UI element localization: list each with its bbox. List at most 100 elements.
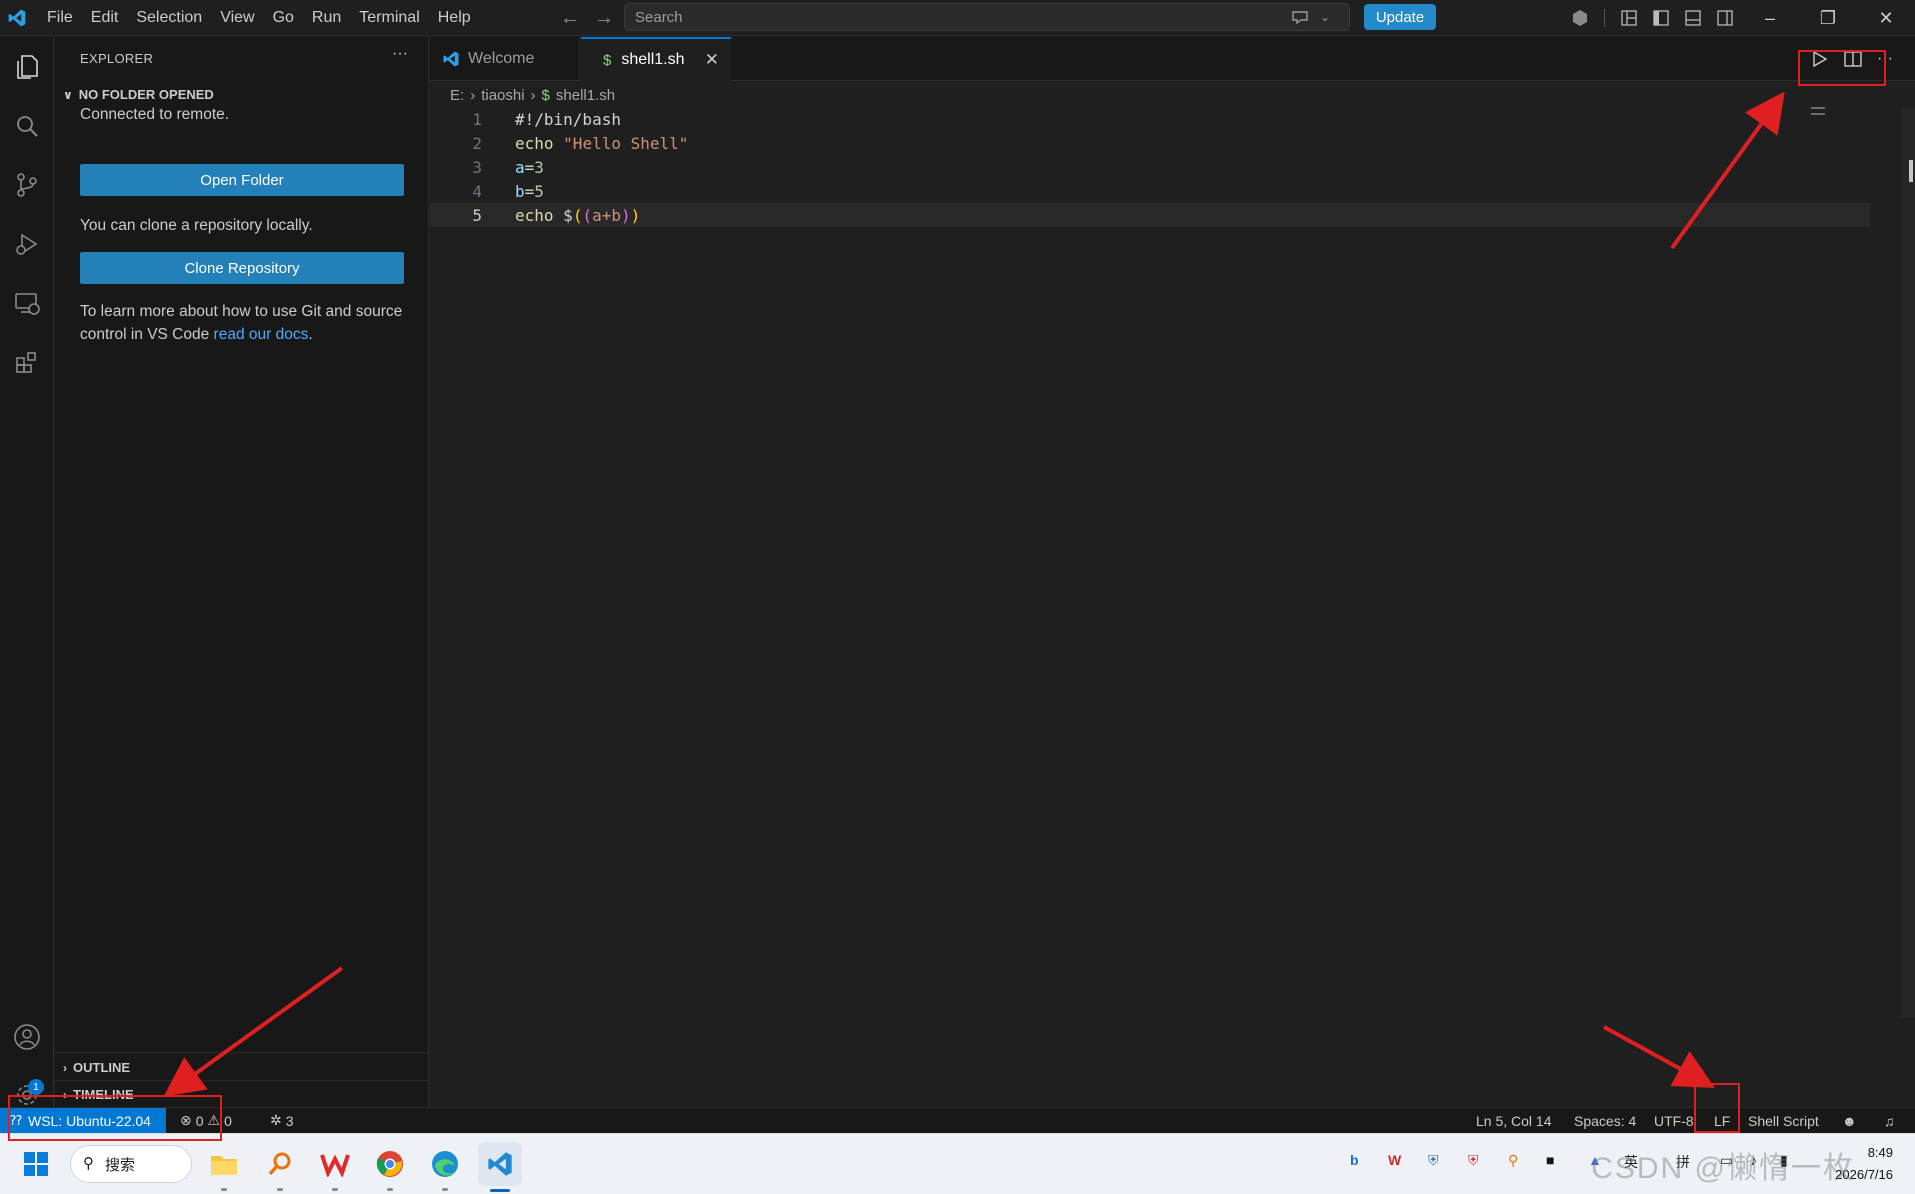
menu-run[interactable]: Run — [303, 0, 350, 36]
breadcrumb: E: › tiaoshi › $ shell1.sh — [450, 87, 615, 104]
editor-tabs: Welcome $ shell1.sh ✕ ··· — [430, 37, 1915, 81]
explorer-more-icon[interactable]: ··· — [392, 45, 408, 63]
notifications-bell-icon[interactable]: ♫ — [1884, 1108, 1895, 1133]
line-number: 1 — [472, 109, 482, 129]
code-line-current[interactable]: 5 echo $((a+b)) — [430, 203, 1870, 227]
code-line[interactable]: 1 #!/bin/bash — [430, 107, 1870, 131]
chevron-right-icon: › — [63, 1060, 67, 1075]
cursor-position[interactable]: Ln 5, Col 14 — [1476, 1108, 1552, 1133]
chrome-icon[interactable] — [368, 1142, 412, 1186]
settings-badge: 1 — [28, 1079, 44, 1095]
line-content: echo $((a+b)) — [515, 205, 641, 225]
copilot-status-icon[interactable]: ☻ — [1842, 1108, 1857, 1133]
antivirus-tray-icon[interactable]: ⛨ — [1468, 1152, 1479, 1169]
edge-icon[interactable] — [423, 1142, 467, 1186]
wps-tray-icon[interactable]: W — [1388, 1152, 1401, 1168]
breadcrumb-drive[interactable]: E: — [450, 87, 464, 104]
minimap-icon — [1811, 107, 1825, 115]
read-docs-link[interactable]: read our docs — [214, 326, 309, 343]
language-mode[interactable]: Shell Script — [1748, 1108, 1819, 1133]
explorer-title: EXPLORER — [80, 51, 154, 66]
file-explorer-icon[interactable] — [202, 1142, 246, 1186]
code-line[interactable]: 3 a=3 — [430, 155, 1870, 179]
wps-office-icon[interactable] — [313, 1142, 357, 1186]
editor-scrollbar[interactable] — [1901, 108, 1915, 1018]
menu-help[interactable]: Help — [429, 0, 480, 36]
learn-text-end: . — [308, 326, 313, 343]
menu-terminal[interactable]: Terminal — [350, 0, 428, 36]
back-arrow-icon[interactable]: ← — [560, 7, 580, 30]
ports-indicator[interactable]: ✲ 3 — [270, 1108, 294, 1133]
bing-tray-icon[interactable]: b — [1350, 1152, 1359, 1168]
running-indicator — [221, 1188, 227, 1191]
running-indicator — [332, 1188, 338, 1191]
ports-count: 3 — [285, 1112, 294, 1129]
extensions-icon[interactable] — [7, 342, 47, 382]
warning-count: 0 — [224, 1112, 232, 1129]
toggle-secondary-sidebar-icon[interactable] — [1709, 0, 1741, 36]
toggle-primary-sidebar-icon[interactable] — [1645, 0, 1677, 36]
watermark: CSDN @懒惰一枚 — [1591, 1152, 1855, 1185]
running-indicator — [277, 1188, 283, 1191]
customize-layout-icon[interactable] — [1613, 0, 1645, 36]
minimize-button[interactable]: – — [1741, 0, 1799, 36]
status-bar: ⁇ WSL: Ubuntu-22.04 ⊗ 0 ⚠ 0 ✲ 3 Ln 5, Co… — [0, 1107, 1915, 1133]
run-debug-icon[interactable] — [7, 224, 47, 264]
menu-go[interactable]: Go — [264, 0, 303, 36]
code-line[interactable]: 4 b=5 — [430, 179, 1870, 203]
copilot-button[interactable]: ⌄ — [1290, 4, 1330, 30]
vscode-taskbar-icon[interactable] — [478, 1142, 522, 1186]
menu-file[interactable]: File — [38, 0, 82, 36]
line-content: a=3 — [515, 157, 544, 177]
breadcrumb-folder[interactable]: tiaoshi — [481, 87, 524, 104]
windows-start-icon[interactable] — [14, 1142, 58, 1186]
source-control-icon[interactable] — [7, 165, 47, 205]
breadcrumb-file[interactable]: shell1.sh — [556, 87, 615, 104]
indentation[interactable]: Spaces: 4 — [1574, 1108, 1636, 1133]
tab-welcome[interactable]: Welcome — [430, 37, 580, 81]
open-folder-button[interactable]: Open Folder — [80, 164, 404, 196]
forward-arrow-icon[interactable]: → — [594, 7, 614, 30]
restore-button[interactable]: ❐ — [1799, 0, 1857, 36]
app-tray-icon[interactable]: ■ — [1546, 1152, 1554, 1168]
taskbar-search[interactable]: ⚲ 搜索 — [70, 1145, 192, 1183]
shield-tray-icon[interactable]: ⛨ — [1428, 1152, 1439, 1169]
menu-selection[interactable]: Selection — [127, 0, 211, 36]
update-button[interactable]: Update — [1364, 4, 1436, 30]
close-tab-icon[interactable]: ✕ — [705, 50, 719, 70]
breadcrumb-separator-icon: › — [530, 87, 536, 104]
scrollbar-thumb[interactable] — [1909, 160, 1913, 182]
tab-welcome-label: Welcome — [468, 50, 535, 67]
menu-view[interactable]: View — [211, 0, 263, 36]
taskbar-search-label: 搜索 — [105, 1156, 136, 1174]
clone-repository-button[interactable]: Clone Repository — [80, 252, 404, 284]
code-editor[interactable]: 1 #!/bin/bash 2 echo "Hello Shell" 3 a=3… — [430, 107, 1870, 227]
command-center-search[interactable]: Search — [624, 3, 1350, 31]
line-content: #!/bin/bash — [515, 109, 621, 129]
search-app-icon[interactable] — [258, 1142, 302, 1186]
breadcrumb-separator-icon: › — [470, 87, 476, 104]
title-controls: – ❐ ✕ — [1564, 0, 1915, 36]
search-icon[interactable] — [7, 106, 47, 146]
vscode-logo-icon — [0, 0, 34, 36]
no-folder-section[interactable]: ∨ NO FOLDER OPENED — [63, 87, 214, 102]
accounts-shield-icon[interactable] — [1564, 0, 1596, 36]
menu-edit[interactable]: Edit — [82, 0, 128, 36]
shell-file-icon: $ — [603, 51, 612, 69]
encoding[interactable]: UTF-8 — [1654, 1108, 1694, 1133]
chevron-down-icon: ⌄ — [1320, 10, 1331, 24]
chevron-down-icon: ∨ — [63, 87, 73, 102]
accounts-icon[interactable] — [7, 1017, 47, 1057]
code-line[interactable]: 2 echo "Hello Shell" — [430, 131, 1870, 155]
annotation-box-remote — [8, 1095, 222, 1141]
search-tray-icon[interactable]: ⚲ — [1508, 1152, 1518, 1169]
tab-shell1[interactable]: $ shell1.sh ✕ — [581, 37, 731, 81]
explorer-icon[interactable] — [7, 47, 47, 87]
outline-section[interactable]: › OUTLINE — [63, 1060, 130, 1075]
toggle-panel-icon[interactable] — [1677, 0, 1709, 36]
connected-text: Connected to remote. — [80, 106, 230, 123]
learn-text: To learn more about how to use Git and s… — [80, 300, 410, 346]
line-number: 3 — [472, 157, 482, 177]
remote-explorer-icon[interactable] — [7, 283, 47, 323]
close-window-button[interactable]: ✕ — [1857, 0, 1915, 36]
